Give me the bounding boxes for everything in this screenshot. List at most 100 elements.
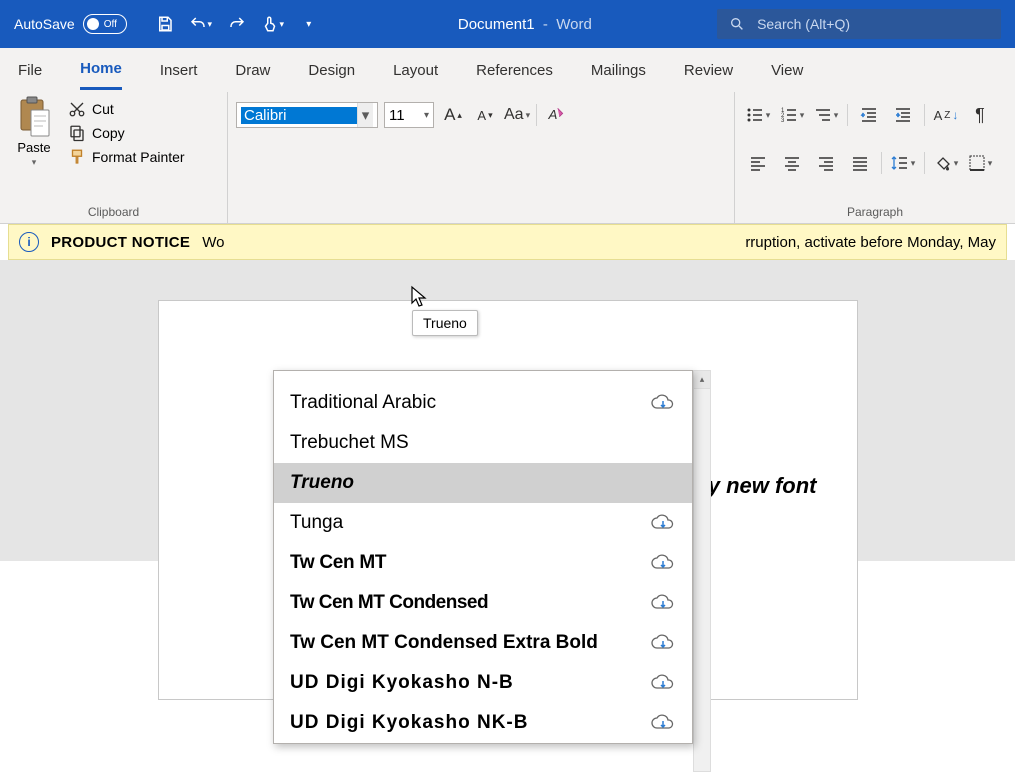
font-tooltip: Trueno xyxy=(412,310,478,336)
tab-home[interactable]: Home xyxy=(80,50,122,90)
search-input[interactable] xyxy=(757,16,989,32)
info-icon: i xyxy=(19,232,39,252)
undo-button[interactable]: ▾ xyxy=(185,8,217,40)
font-name-value: Calibri xyxy=(241,107,357,124)
numbering-button[interactable]: 123▾ xyxy=(779,102,805,128)
tab-insert[interactable]: Insert xyxy=(160,52,198,89)
grow-font-button[interactable]: A▴ xyxy=(440,102,466,128)
line-spacing-button[interactable]: ▾ xyxy=(890,150,916,176)
product-notice-bar: i PRODUCT NOTICE Wo rruption, activate b… xyxy=(8,224,1007,260)
font-option[interactable]: Trebuchet MS xyxy=(274,423,692,463)
tab-view[interactable]: View xyxy=(771,52,803,89)
increase-indent-button[interactable] xyxy=(890,102,916,128)
chevron-down-icon[interactable]: ▾ xyxy=(424,110,429,121)
app-name: Word xyxy=(556,16,592,33)
bucket-icon xyxy=(934,154,952,172)
brush-icon xyxy=(68,148,86,166)
svg-text:A: A xyxy=(548,107,558,122)
tab-file[interactable]: File xyxy=(18,52,42,89)
font-option-label: UD Digi Kyokasho NK-B xyxy=(290,712,528,734)
font-option[interactable]: Tunga xyxy=(274,503,692,543)
cut-label: Cut xyxy=(92,101,114,117)
font-option[interactable]: Trade Gothic Next Rounded xyxy=(274,370,692,383)
align-center-button[interactable] xyxy=(779,150,805,176)
chevron-down-icon[interactable]: ▾ xyxy=(357,103,373,127)
paragraph-group-label: Paragraph xyxy=(745,203,1005,221)
tab-design[interactable]: Design xyxy=(308,52,355,89)
search-box[interactable] xyxy=(717,9,1001,39)
notice-text-left: Wo xyxy=(202,234,224,251)
paste-button[interactable]: Paste ▾ xyxy=(10,96,58,168)
bullets-button[interactable]: ▾ xyxy=(745,102,771,128)
sort-button[interactable]: AZ↓ xyxy=(933,102,959,128)
font-name-combo[interactable]: Calibri ▾ xyxy=(236,102,378,128)
font-option[interactable]: Traditional Arabic xyxy=(274,383,692,423)
change-case-button[interactable]: Aa▾ xyxy=(504,102,530,128)
title-bar: AutoSave Off ▾ ▾ ▾ Document1 - Word xyxy=(0,0,1015,48)
paste-label: Paste xyxy=(17,140,50,155)
font-option-label: Traditional Arabic xyxy=(290,392,436,414)
notice-text-right: rruption, activate before Monday, May xyxy=(745,234,996,251)
font-option-label: UD Digi Kyokasho N-B xyxy=(290,672,514,694)
font-option[interactable]: Tw Cen MT Condensed xyxy=(274,583,692,623)
tab-references[interactable]: References xyxy=(476,52,553,89)
clear-formatting-button[interactable]: A xyxy=(543,102,569,128)
align-left-button[interactable] xyxy=(745,150,771,176)
font-option[interactable]: Tw Cen MT Condensed Extra Bold xyxy=(274,623,692,663)
show-marks-button[interactable]: ¶ xyxy=(967,102,993,128)
scroll-up-button[interactable]: ▴ xyxy=(694,371,710,389)
font-option[interactable]: UD Digi Kyokasho N-B xyxy=(274,663,692,703)
touch-mode-button[interactable]: ▾ xyxy=(257,8,289,40)
ribbon: Paste ▾ Cut Copy Format Painter Clipboar… xyxy=(0,92,1015,224)
borders-button[interactable]: ▾ xyxy=(967,150,993,176)
font-group: Calibri ▾ 11 ▾ A▴ A▾ Aa▾ A xyxy=(228,92,735,223)
font-option[interactable]: Tw Cen MT xyxy=(274,543,692,583)
toggle-dot xyxy=(87,18,99,30)
cursor-icon xyxy=(410,285,430,309)
tab-layout[interactable]: Layout xyxy=(393,52,438,89)
notice-title: PRODUCT NOTICE xyxy=(51,234,190,251)
multilevel-list-button[interactable]: ▾ xyxy=(813,102,839,128)
toggle-switch[interactable]: Off xyxy=(83,14,127,34)
cut-button[interactable]: Cut xyxy=(68,100,185,118)
shading-button[interactable]: ▾ xyxy=(933,150,959,176)
font-option[interactable]: Trueno xyxy=(274,463,692,503)
decrease-indent-button[interactable] xyxy=(856,102,882,128)
font-option-label: Trade Gothic Next Rounded xyxy=(290,370,526,374)
autosave-label: AutoSave xyxy=(14,16,75,32)
shrink-font-button[interactable]: A▾ xyxy=(472,102,498,128)
save-button[interactable] xyxy=(149,8,181,40)
quick-access-toolbar: ▾ ▾ ▾ xyxy=(141,8,333,40)
font-option-label: Trueno xyxy=(290,472,354,494)
paste-icon xyxy=(17,96,51,138)
font-size-combo[interactable]: 11 ▾ xyxy=(384,102,434,128)
copy-button[interactable]: Copy xyxy=(68,124,185,142)
document-name: Document1 xyxy=(458,16,535,33)
copy-label: Copy xyxy=(92,125,125,141)
justify-button[interactable] xyxy=(847,150,873,176)
font-dropdown[interactable]: Trade Gothic Next Rounded Traditional Ara… xyxy=(273,370,693,744)
tab-mailings[interactable]: Mailings xyxy=(591,52,646,89)
font-option[interactable]: UD Digi Kyokasho NK-B xyxy=(274,703,692,743)
scissors-icon xyxy=(68,100,86,118)
toggle-state: Off xyxy=(104,19,117,30)
paragraph-group: ▾ 123▾ ▾ AZ↓ ¶ ▾ ▾ ▾ Par xyxy=(735,92,1015,223)
redo-button[interactable] xyxy=(221,8,253,40)
font-option-label: Trebuchet MS xyxy=(290,432,409,454)
format-painter-button[interactable]: Format Painter xyxy=(68,148,185,166)
font-option-label: Tw Cen MT Condensed Extra Bold xyxy=(290,632,598,654)
autosave-toggle[interactable]: AutoSave Off xyxy=(0,14,141,34)
format-painter-label: Format Painter xyxy=(92,149,185,165)
window-title: Document1 - Word xyxy=(333,16,717,33)
clipboard-group: Paste ▾ Cut Copy Format Painter Clipboar… xyxy=(0,92,228,223)
dropdown-scrollbar[interactable]: ▴ xyxy=(693,370,711,772)
ribbon-tabs: File Home Insert Draw Design Layout References… xyxy=(0,48,1015,92)
font-option-label: Tunga xyxy=(290,512,343,534)
font-size-value: 11 xyxy=(389,107,405,124)
tab-draw[interactable]: Draw xyxy=(235,52,270,89)
copy-icon xyxy=(68,124,86,142)
font-option-label: Tw Cen MT xyxy=(290,552,386,574)
align-right-button[interactable] xyxy=(813,150,839,176)
tab-review[interactable]: Review xyxy=(684,52,733,89)
customize-qat-button[interactable]: ▾ xyxy=(293,8,325,40)
